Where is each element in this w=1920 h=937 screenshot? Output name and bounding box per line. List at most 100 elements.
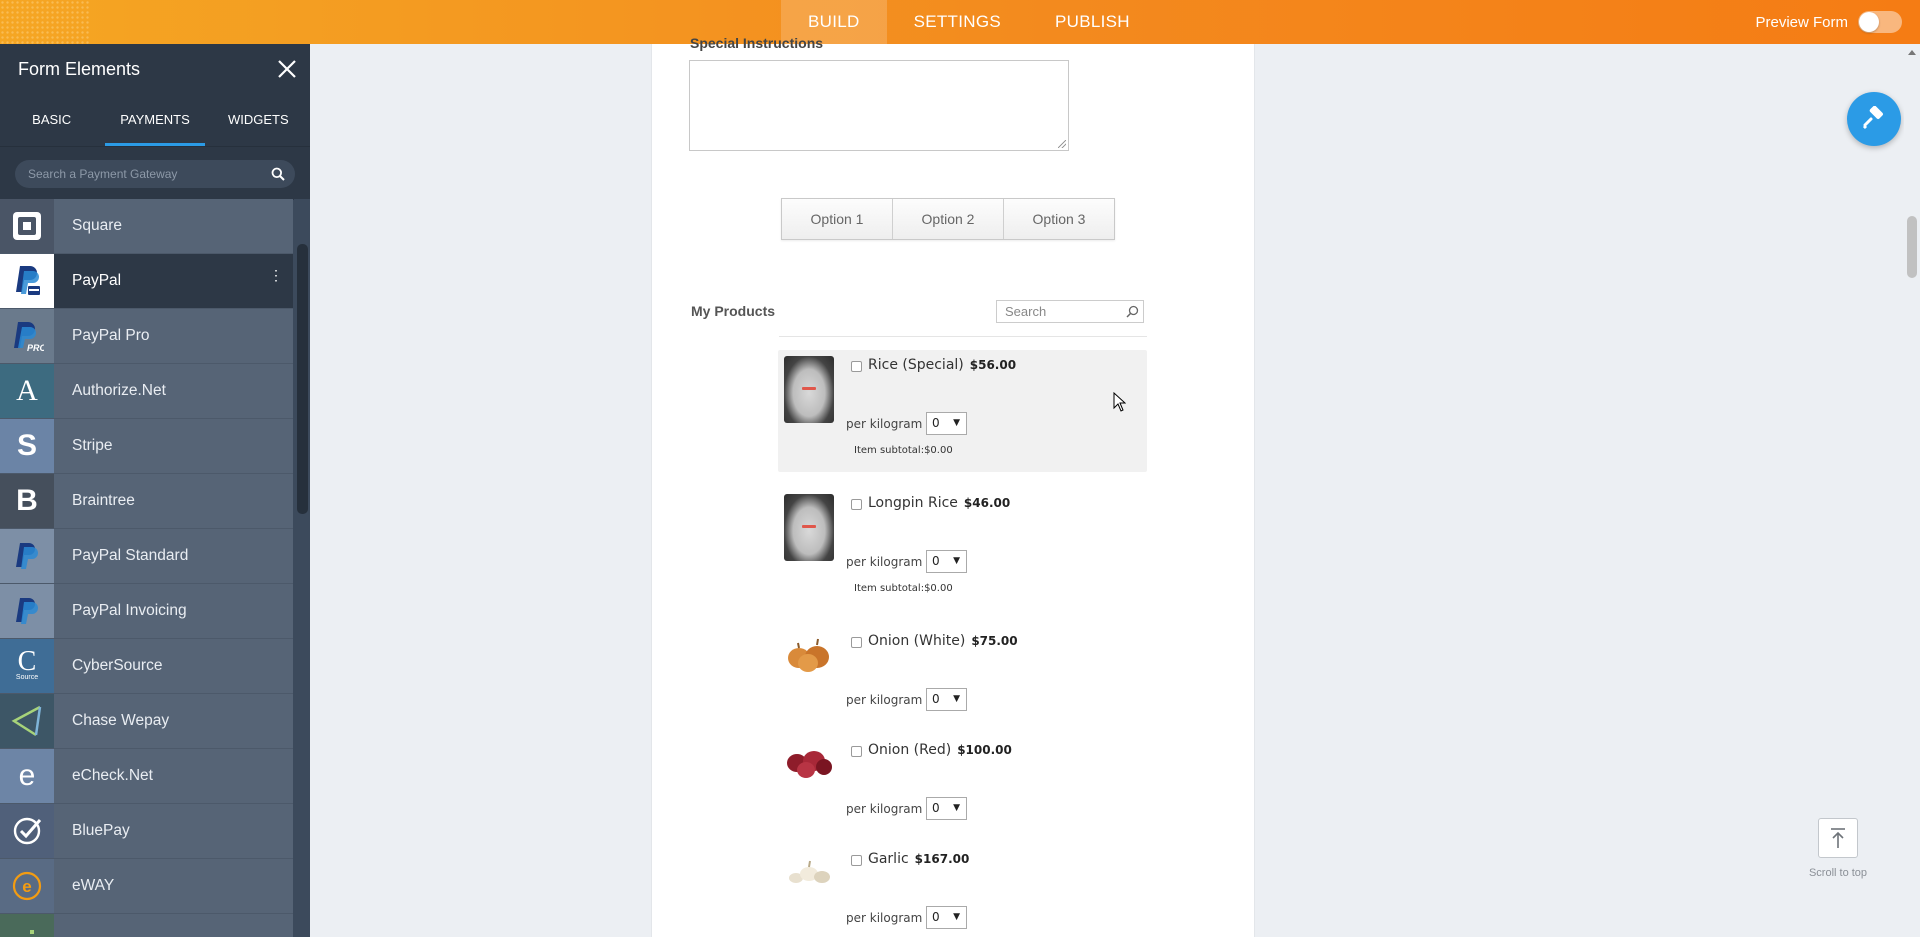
gateway-authorize-net[interactable]: A Authorize.Net xyxy=(0,364,293,419)
paint-roller-icon xyxy=(1862,106,1883,130)
gateway-label: PayPal xyxy=(72,272,122,289)
form-canvas: Special Instructions Option 1 Option 2 O… xyxy=(651,35,1255,937)
gateway-label: Authorize.Net xyxy=(72,382,166,399)
option-3-button[interactable]: Option 3 xyxy=(1004,199,1114,239)
gateway-paypal-standard[interactable]: PayPal Standard xyxy=(0,529,293,584)
gateway-paypal-invoicing[interactable]: PayPal Invoicing xyxy=(0,584,293,639)
product-unit: per kilogram xyxy=(846,802,923,816)
dots-icon xyxy=(0,914,54,937)
product-unit: per kilogram xyxy=(846,911,923,925)
product-title: Garlic xyxy=(868,851,909,867)
white-onion-image xyxy=(788,638,829,672)
product-checkbox[interactable] xyxy=(851,361,862,372)
gateway-cybersource[interactable]: C Source CyberSource xyxy=(0,639,293,694)
gateway-braintree[interactable]: B Braintree xyxy=(0,474,293,529)
gateway-stripe[interactable]: S Stripe xyxy=(0,419,293,474)
paypal-icon xyxy=(0,254,54,308)
page-scrollbar[interactable] xyxy=(1904,44,1920,937)
product-unit: per kilogram xyxy=(846,417,923,431)
nav-publish[interactable]: PUBLISH xyxy=(1028,0,1157,44)
scroll-to-top-button[interactable] xyxy=(1818,818,1858,858)
products-label: My Products xyxy=(691,303,776,319)
rice-bag-image xyxy=(784,356,834,423)
gateway-eway[interactable]: e eWAY xyxy=(0,859,293,914)
tab-widgets[interactable]: WIDGETS xyxy=(207,94,310,146)
paypal-invoicing-icon xyxy=(0,584,54,638)
quantity-select[interactable]: 0 ▼ xyxy=(926,688,967,711)
product-price: $75.00 xyxy=(971,634,1018,648)
chevron-down-icon: ▼ xyxy=(953,694,960,704)
product-checkbox[interactable] xyxy=(851,746,862,757)
more-options-icon[interactable]: ⋮ xyxy=(269,268,283,282)
gateway-square[interactable]: Square xyxy=(0,199,293,254)
gateway-list: Square PayPal ⋮ PRO PayPal Pro A Authori… xyxy=(0,199,293,937)
form-elements-panel: Form Elements BASIC PAYMENTS WIDGETS Squ… xyxy=(0,44,310,937)
quantity-select[interactable]: 0 ▼ xyxy=(926,906,967,929)
top-bar: BUILD SETTINGS PUBLISH Preview Form xyxy=(0,0,1920,44)
product-unit: per kilogram xyxy=(846,693,923,707)
close-icon[interactable] xyxy=(278,54,296,84)
quantity-select[interactable]: 0 ▼ xyxy=(926,797,967,820)
product-item: Longpin Rice $46.00 per kilogram 0 ▼ Item … xyxy=(778,488,1147,603)
preview-form: Preview Form xyxy=(1755,0,1902,44)
braintree-icon: B xyxy=(0,474,54,528)
gateway-label: CyberSource xyxy=(72,657,163,674)
products-search-input[interactable] xyxy=(997,301,1123,322)
chevron-down-icon: ▼ xyxy=(953,803,960,813)
eway-icon: e xyxy=(0,859,54,913)
form-designer-button[interactable] xyxy=(1847,92,1901,146)
gateway-echeck[interactable]: e eCheck.Net xyxy=(0,749,293,804)
preview-form-label: Preview Form xyxy=(1755,13,1848,31)
gateway-label: Braintree xyxy=(72,492,135,509)
rice-bag-image xyxy=(784,494,834,561)
scroll-to-top[interactable]: Scroll to top xyxy=(1805,818,1871,879)
gateway-label: Stripe xyxy=(72,437,113,454)
panel-scrollbar[interactable] xyxy=(294,199,310,937)
gateway-paypal-pro[interactable]: PRO PayPal Pro xyxy=(0,309,293,364)
resize-grip-icon[interactable] xyxy=(1058,140,1066,148)
products-search xyxy=(996,300,1144,323)
product-checkbox[interactable] xyxy=(851,855,862,866)
garlic-image xyxy=(789,860,830,883)
product-title: Onion (Red) xyxy=(868,742,952,758)
special-instructions-textarea[interactable] xyxy=(689,60,1069,151)
search-icon[interactable] xyxy=(271,167,285,186)
tab-basic[interactable]: BASIC xyxy=(0,94,103,146)
nav-settings[interactable]: SETTINGS xyxy=(887,0,1028,44)
main-nav: BUILD SETTINGS PUBLISH xyxy=(781,0,1157,44)
gateway-more[interactable] xyxy=(0,914,293,937)
panel-tabs: BASIC PAYMENTS WIDGETS xyxy=(0,94,310,147)
preview-form-toggle[interactable] xyxy=(1858,11,1902,33)
quantity-select[interactable]: 0 ▼ xyxy=(926,412,967,435)
options-button-group: Option 1 Option 2 Option 3 xyxy=(781,198,1115,240)
gateway-paypal[interactable]: PayPal ⋮ xyxy=(0,254,293,309)
product-item: Onion (Red) $100.00 per kilogram 0 ▼ xyxy=(778,735,1147,835)
gateway-search-input[interactable] xyxy=(15,159,268,188)
quantity-select[interactable]: 0 ▼ xyxy=(926,550,967,573)
gateway-chase-wepay[interactable]: Chase Wepay xyxy=(0,694,293,749)
panel-scrollbar-thumb[interactable] xyxy=(297,244,308,514)
scroll-up-arrow-icon[interactable] xyxy=(1908,50,1916,55)
option-2-button[interactable]: Option 2 xyxy=(893,199,1004,239)
product-item: Onion (White) $75.00 per kilogram 0 ▼ xyxy=(778,626,1147,726)
product-unit: per kilogram xyxy=(846,555,923,569)
search-icon[interactable] xyxy=(1126,305,1139,323)
product-price: $46.00 xyxy=(963,496,1011,510)
square-icon xyxy=(0,199,54,253)
gateway-label: PayPal Pro xyxy=(72,327,150,344)
product-price: $56.00 xyxy=(969,358,1017,372)
svg-text:e: e xyxy=(22,877,31,896)
page-scrollbar-thumb[interactable] xyxy=(1907,216,1917,278)
quantity-value: 0 xyxy=(932,910,940,924)
tab-payments[interactable]: PAYMENTS xyxy=(103,94,206,146)
logo[interactable] xyxy=(0,0,90,44)
paypal-standard-icon xyxy=(0,529,54,583)
product-checkbox[interactable] xyxy=(851,637,862,648)
panel-header: Form Elements xyxy=(0,44,310,94)
cybersource-icon: C Source xyxy=(0,639,54,693)
product-checkbox[interactable] xyxy=(851,499,862,510)
product-name: Onion (Red) $100.00 xyxy=(868,742,1012,758)
stripe-icon: S xyxy=(0,419,54,473)
gateway-bluepay[interactable]: BluePay xyxy=(0,804,293,859)
option-1-button[interactable]: Option 1 xyxy=(782,199,893,239)
